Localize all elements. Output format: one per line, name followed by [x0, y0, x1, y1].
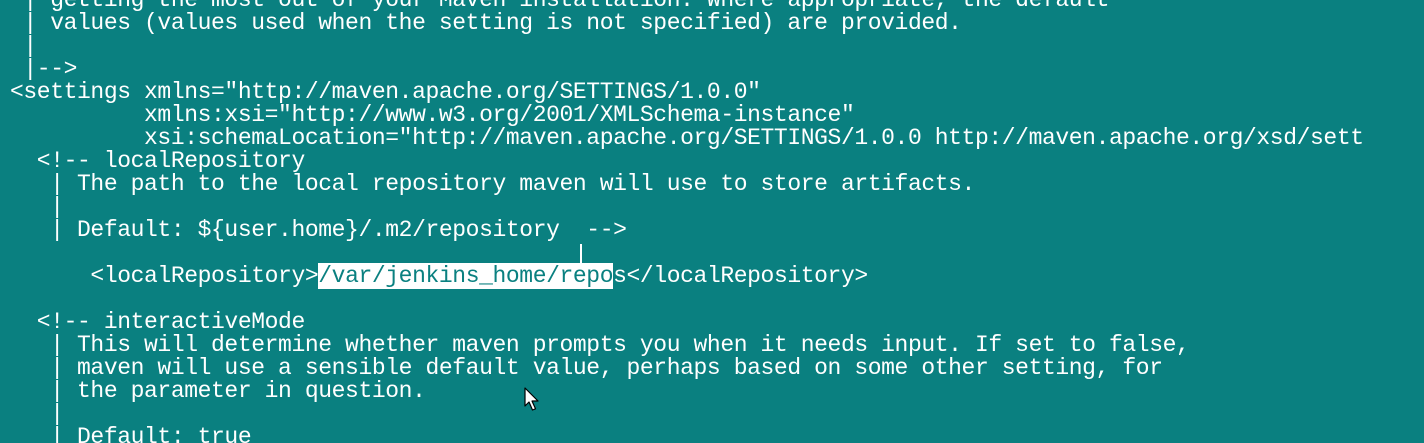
terminal-line-18: | the parameter in question. [10, 378, 426, 404]
terminal-window[interactable]: | getting the most out of your Maven ins… [0, 0, 1424, 443]
terminal-line-6: xmlns:xsi="http://www.w3.org/2001/XMLSch… [10, 102, 855, 128]
selected-text[interactable]: /var/jenkins_home/repo [318, 263, 614, 289]
local-repo-prefix: <localRepository> [63, 263, 319, 289]
terminal-line-20: | Default: true [10, 424, 252, 443]
terminal-line-19: | [10, 401, 64, 427]
terminal-line-8: <!-- localRepository [10, 148, 305, 174]
local-repo-suffix: s</localRepository> [613, 263, 868, 289]
terminal-line-4: |--> [10, 56, 78, 82]
terminal-line-2: | values (values used when the setting i… [10, 10, 962, 36]
terminal-line-local-repo: <localRepository>/var/jenkins_home/repos… [10, 242, 868, 289]
terminal-line-7: xsi:schemaLocation="http://maven.apache.… [10, 125, 1364, 151]
terminal-line-16: | This will determine whether maven prom… [10, 332, 1190, 358]
arrow-pointer-icon [524, 387, 542, 413]
terminal-line-11: | Default: ${user.home}/.m2/repository -… [10, 217, 627, 243]
terminal-line-5: <settings xmlns="http://maven.apache.org… [10, 79, 761, 105]
text-cursor-icon [580, 244, 582, 264]
terminal-line-3: | [10, 33, 37, 59]
terminal-line-9: | The path to the local repository maven… [10, 171, 975, 197]
terminal-line-15: <!-- interactiveMode [10, 309, 305, 335]
terminal-line-10: | [10, 194, 64, 220]
terminal-line-17: | maven will use a sensible default valu… [10, 355, 1163, 381]
